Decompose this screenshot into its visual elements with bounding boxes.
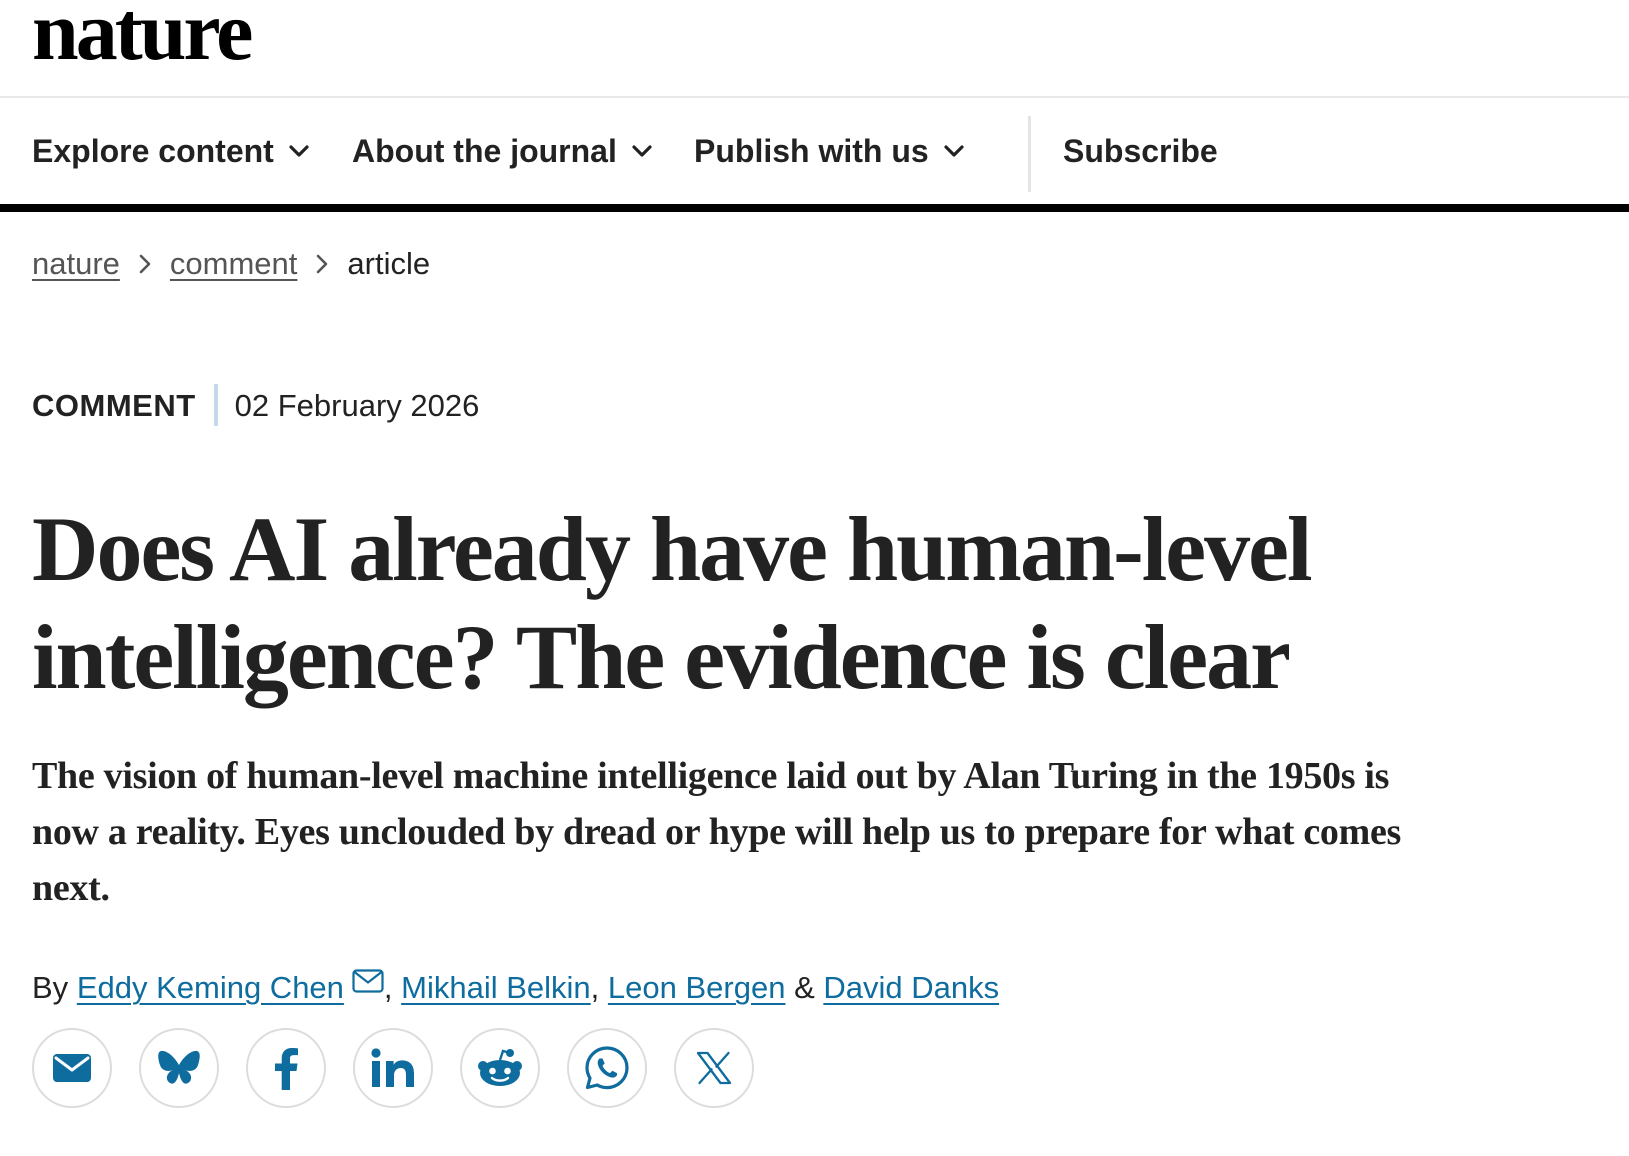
breadcrumb-current: article bbox=[347, 246, 431, 281]
main-nav: Explore content About the journal Publis… bbox=[0, 98, 1629, 212]
email-icon bbox=[53, 1054, 91, 1082]
author-link[interactable]: Eddy Keming Chen bbox=[77, 972, 344, 1003]
nav-explore-content-label: Explore content bbox=[32, 132, 274, 169]
nav-about-the-journal[interactable]: About the journal bbox=[352, 98, 653, 204]
author-list: By Eddy Keming Chen, Mikhail Belkin, Leo… bbox=[32, 968, 999, 1005]
article-standfirst: The vision of human-level machine intell… bbox=[32, 755, 1401, 909]
reddit-icon bbox=[478, 1049, 522, 1086]
article-meta: COMMENT 02 February 2026 bbox=[32, 384, 479, 426]
chevron-right-icon bbox=[138, 253, 152, 275]
nav-divider bbox=[1028, 116, 1031, 192]
article-type: COMMENT bbox=[32, 387, 196, 423]
author-link[interactable]: Leon Bergen bbox=[608, 972, 786, 1003]
email-author-icon[interactable] bbox=[352, 968, 384, 993]
bluesky-icon bbox=[158, 1050, 200, 1084]
nav-explore-content[interactable]: Explore content bbox=[32, 98, 310, 204]
linkedin-icon bbox=[371, 1048, 414, 1087]
meta-divider bbox=[213, 384, 218, 426]
nav-subscribe-label: Subscribe bbox=[1063, 132, 1218, 169]
share-reddit-button[interactable] bbox=[460, 1028, 540, 1108]
breadcrumb: nature comment article bbox=[32, 248, 430, 279]
nature-logo[interactable]: nature bbox=[32, 0, 253, 74]
publication-date: 02 February 2026 bbox=[234, 387, 480, 423]
share-whatsapp-button[interactable] bbox=[567, 1028, 647, 1108]
author-separator: , bbox=[383, 970, 402, 1005]
x-icon bbox=[696, 1051, 732, 1085]
author-separator: , bbox=[590, 970, 608, 1005]
share-buttons bbox=[32, 1028, 781, 1108]
author-link[interactable]: David Danks bbox=[823, 972, 999, 1003]
breadcrumb-nature[interactable]: nature bbox=[32, 248, 120, 279]
chevron-right-icon bbox=[315, 253, 329, 275]
page: nature Explore content About the journal… bbox=[0, 0, 1629, 1156]
author-link[interactable]: Mikhail Belkin bbox=[401, 972, 591, 1003]
author-separator: & bbox=[785, 970, 824, 1005]
share-email-button[interactable] bbox=[32, 1028, 112, 1108]
nav-about-the-journal-label: About the journal bbox=[352, 132, 617, 169]
share-facebook-button[interactable] bbox=[246, 1028, 326, 1108]
chevron-down-icon bbox=[632, 145, 652, 157]
breadcrumb-comment[interactable]: comment bbox=[170, 248, 297, 279]
masthead: nature bbox=[0, 0, 1629, 98]
article-title: Does AI already have human-level intelli… bbox=[32, 498, 1313, 708]
byline-prefix: By bbox=[32, 970, 69, 1005]
chevron-down-icon bbox=[944, 145, 964, 157]
chevron-down-icon bbox=[289, 145, 309, 157]
share-linkedin-button[interactable] bbox=[353, 1028, 433, 1108]
nav-subscribe[interactable]: Subscribe bbox=[1063, 98, 1218, 204]
facebook-icon bbox=[275, 1048, 298, 1090]
nav-publish-with-us[interactable]: Publish with us bbox=[694, 98, 965, 204]
share-bluesky-button[interactable] bbox=[139, 1028, 219, 1108]
whatsapp-icon bbox=[585, 1046, 629, 1090]
nav-publish-with-us-label: Publish with us bbox=[694, 132, 929, 169]
share-x-button[interactable] bbox=[674, 1028, 754, 1108]
